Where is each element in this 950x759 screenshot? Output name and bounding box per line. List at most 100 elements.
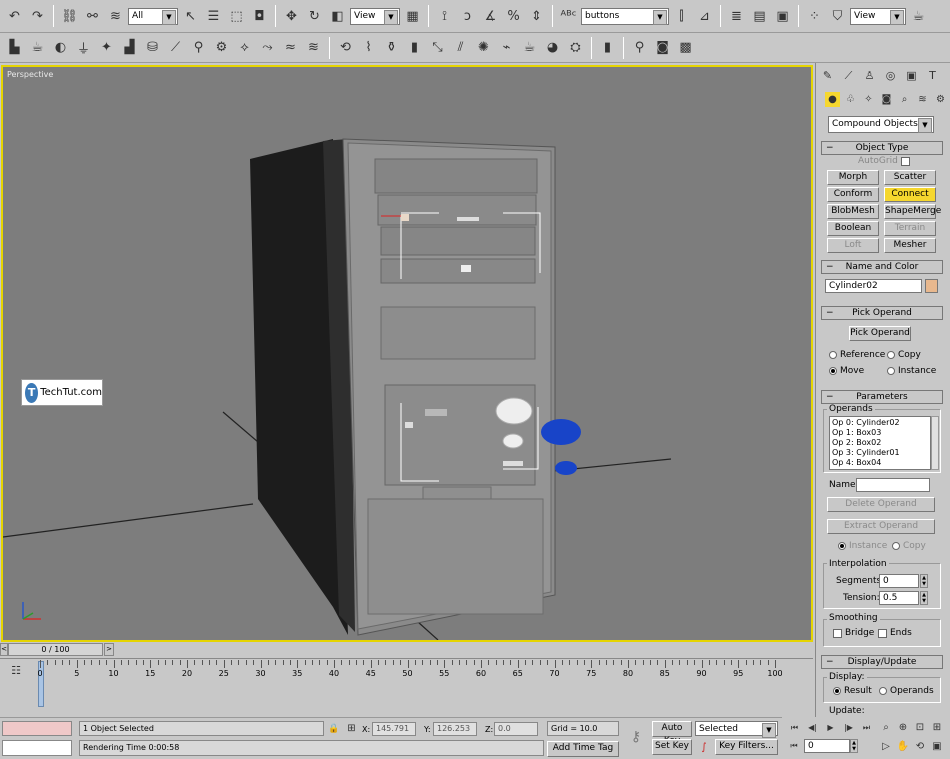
cameras-icon[interactable]: ◙ [878, 91, 895, 108]
loft-button[interactable]: Loft [827, 238, 879, 253]
next-frame-icon[interactable]: |▶ [840, 720, 857, 735]
space-warps-icon[interactable]: ≋ [914, 91, 931, 108]
edit-named-selection-icon[interactable]: ᴬᴮᶜ [558, 5, 579, 27]
key-mode-dropdown[interactable]: Selected [695, 721, 778, 738]
display-update-rollout[interactable]: Display/Update [821, 655, 943, 669]
sphere-icon[interactable]: ◐ [50, 37, 71, 58]
percent-snap-icon[interactable]: % [503, 5, 524, 27]
systems-icon[interactable]: ⚙ [932, 91, 949, 108]
render-scene-icon[interactable]: ⛉ [827, 5, 848, 27]
delete-operand-button[interactable]: Delete Operand [827, 497, 935, 512]
torus-icon[interactable]: ⟡ [234, 37, 255, 58]
lattice-icon[interactable]: ⌁ [496, 37, 517, 58]
maxscript-listener[interactable] [2, 721, 72, 736]
operands-scrollbar[interactable] [931, 416, 939, 470]
zoom-all-icon[interactable]: ⊕ [895, 719, 911, 736]
cone-icon[interactable]: ⚲ [188, 37, 209, 58]
select-link-icon[interactable]: ⛓ [59, 5, 80, 27]
camera-icon[interactable]: ◙ [652, 37, 673, 58]
name-color-rollout[interactable]: Name and Color [821, 260, 943, 274]
next-frame-icon[interactable]: > [104, 643, 114, 656]
select-move-icon[interactable]: ✥ [281, 5, 302, 27]
morph-button[interactable]: Morph [827, 170, 879, 185]
sphere-map-icon[interactable]: ◕ [542, 37, 563, 58]
helpers-icon[interactable]: ⌕ [896, 91, 913, 108]
teapot-icon[interactable]: ☕ [27, 37, 48, 58]
set-key-button[interactable]: Set Key [652, 739, 692, 755]
manipulate-icon[interactable]: ⟟ [434, 5, 455, 27]
operand-name-field[interactable] [856, 478, 930, 492]
operands-list[interactable]: Op 0: Cylinder02 Op 1: Box03 Op 2: Box02… [829, 416, 931, 470]
key-mode-toggle-icon[interactable]: ⏮ [786, 738, 802, 754]
modify-tab-icon[interactable]: ⟋ [839, 66, 858, 85]
render-setup-icon[interactable]: ⛭ [565, 37, 586, 58]
maxscript-input[interactable] [2, 740, 72, 756]
wave-icon[interactable]: ≈ [280, 37, 301, 58]
pivot-center-icon[interactable]: ▦ [402, 5, 423, 27]
angle-snap-icon[interactable]: ∡ [480, 5, 501, 27]
prev-frame-icon[interactable]: < [0, 643, 8, 656]
lock-icon[interactable]: 🔒 [327, 721, 341, 736]
zoom-extents-all-icon[interactable]: ⊞ [929, 719, 945, 736]
twist-icon[interactable]: ⌇ [358, 37, 379, 58]
ripple-icon[interactable]: ≋ [303, 37, 324, 58]
result-radio[interactable]: Result [833, 686, 872, 696]
pick-operand-button[interactable]: Pick Operand [849, 326, 911, 341]
extract-instance-radio[interactable]: Instance [838, 541, 887, 551]
bridge-checkbox[interactable]: Bridge [833, 628, 874, 638]
reference-radio[interactable]: Reference [829, 350, 885, 360]
motion-tab-icon[interactable]: ◎ [881, 66, 900, 85]
list-item[interactable]: Op 3: Cylinder01 [832, 448, 928, 458]
particle-icon[interactable]: ⤳ [257, 37, 278, 58]
utilities-tab-icon[interactable]: T [923, 66, 942, 85]
film-icon[interactable]: ▩ [675, 37, 696, 58]
play-icon[interactable]: ▶ [822, 720, 839, 735]
skew-icon[interactable]: ⫽ [450, 37, 471, 58]
curve-editor-icon[interactable]: ▤ [749, 5, 770, 27]
add-time-tag-button[interactable]: Add Time Tag [547, 741, 619, 757]
gear-icon[interactable]: ⚙ [211, 37, 232, 58]
list-item[interactable]: Op 4: Box04 [832, 458, 928, 468]
time-slider[interactable]: 0 / 100 [8, 643, 103, 656]
segments-field[interactable]: 0 [879, 574, 919, 588]
key-filters-button[interactable]: Key Filters... [715, 739, 778, 755]
segments-spinner[interactable]: ▲ ▼ [920, 574, 928, 588]
cylinder-icon[interactable]: ⛁ [142, 37, 163, 58]
shapes-icon[interactable]: ♧ [842, 91, 859, 108]
move-radio[interactable]: Move [829, 366, 864, 376]
maximize-viewport-icon[interactable]: ▣ [929, 738, 945, 755]
selection-filter-dropdown[interactable]: All [128, 7, 178, 25]
pick-operand-rollout[interactable]: Pick Operand [821, 306, 943, 320]
list-item[interactable]: Op 2: Box02 [832, 438, 928, 448]
melt-icon[interactable]: ✺ [473, 37, 494, 58]
plane-icon[interactable]: ⏚ [73, 37, 94, 58]
shapemerge-button[interactable]: ShapeMerge [884, 204, 941, 219]
extract-operand-button[interactable]: Extract Operand [827, 519, 935, 534]
instance-radio[interactable]: Instance [887, 366, 936, 376]
parameters-rollout[interactable]: Parameters [821, 390, 943, 404]
display-tab-icon[interactable]: ▣ [902, 66, 921, 85]
align-icon[interactable]: ⊿ [694, 5, 715, 27]
reference-coordinate-dropdown[interactable]: View [350, 7, 400, 25]
bend-icon[interactable]: ⟲ [335, 37, 356, 58]
previous-frame-icon[interactable]: ◀| [804, 720, 821, 735]
track-view-icon[interactable]: ☷ [6, 662, 26, 678]
mesher-button[interactable]: Mesher [884, 238, 936, 253]
y-field[interactable]: 126.253 [433, 722, 477, 736]
auto-key-button[interactable]: Auto Key [652, 721, 692, 746]
key-curve-icon[interactable]: ∫ [695, 739, 713, 755]
select-object-icon[interactable]: ↖ [180, 5, 201, 27]
blobmesh-button[interactable]: BlobMesh [827, 204, 879, 219]
autogrid-checkbox[interactable]: AutoGrid [858, 156, 910, 166]
redo-icon[interactable]: ↷ [27, 5, 48, 27]
frame-spinner[interactable]: ▲ ▼ [850, 739, 858, 753]
arc-rotate-icon[interactable]: ⟲ [912, 738, 928, 755]
window-crossing-icon[interactable]: ◘ [249, 5, 270, 27]
object-type-rollout[interactable]: Object Type [821, 141, 943, 155]
quick-render-icon[interactable]: ☕ [908, 5, 929, 27]
list-item[interactable]: Op 1: Box03 [832, 428, 928, 438]
box-icon[interactable]: ▟ [119, 37, 140, 58]
category-dropdown[interactable]: Compound Objects [828, 116, 934, 133]
rectangular-selection-icon[interactable]: ⬚ [226, 5, 247, 27]
create-tab-icon[interactable]: ✎ [818, 66, 837, 85]
